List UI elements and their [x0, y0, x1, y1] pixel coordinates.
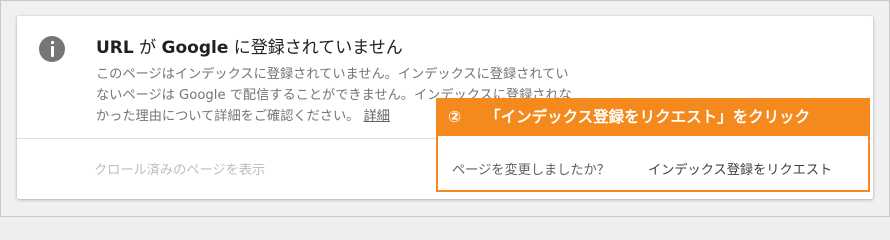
description-line: このページはインデックスに登録されていません。インデックスに登録されてい: [96, 67, 569, 82]
details-link[interactable]: 詳細: [364, 109, 390, 124]
step-number: ②: [448, 108, 462, 126]
title-not-indexed: に登録されていません: [228, 38, 403, 58]
description-line-text: かった理由について詳細をご確認ください。: [96, 109, 360, 124]
page-changed-question: ページを変更しましたか？: [452, 163, 610, 178]
callout-action-bar: ページを変更しましたか？ インデックス登録をリクエスト: [436, 136, 870, 192]
title-google: Google: [161, 38, 229, 58]
request-indexing-button[interactable]: インデックス登録をリクエスト: [648, 159, 832, 178]
callout-header: ② 「インデックス登録をリクエスト」をクリック: [436, 98, 870, 136]
view-crawled-page-link[interactable]: クロール済みのページを表示: [94, 159, 265, 178]
info-icon: [39, 36, 65, 62]
callout-instruction: 「インデックス登録をリクエスト」をクリック: [485, 108, 811, 126]
title-url: URL: [96, 38, 134, 58]
card-title: URL が Google に登録されていません: [96, 33, 403, 58]
title-ga: が: [133, 38, 162, 58]
